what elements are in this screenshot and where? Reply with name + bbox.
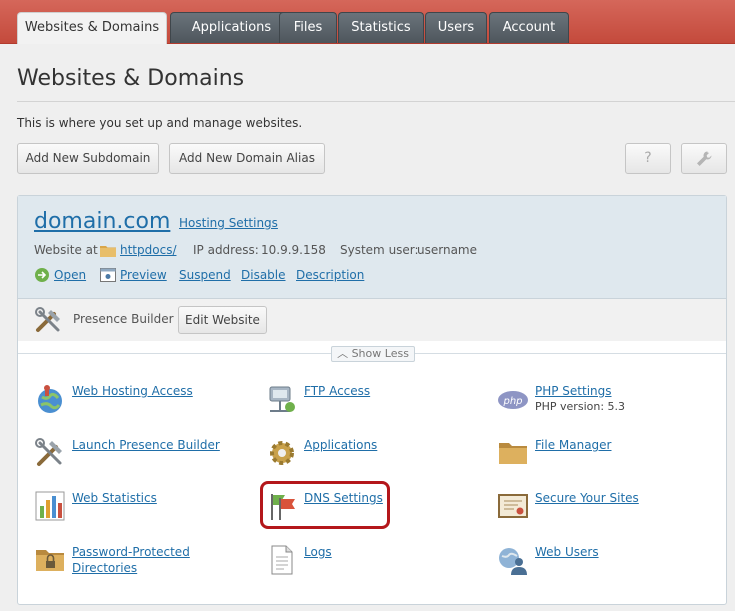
tab-files[interactable]: Files: [279, 12, 337, 43]
ip-address: 10.9.9.158: [261, 243, 326, 257]
tab-websites-domains[interactable]: Websites & Domains: [17, 12, 167, 44]
system-user-label: System user:: [340, 243, 419, 257]
disable-link[interactable]: Disable: [241, 268, 286, 282]
tool-label: PHP Settings: [535, 384, 612, 398]
preview-icon: [100, 268, 116, 282]
tab-users[interactable]: Users: [425, 12, 487, 43]
system-user-value: username: [417, 243, 477, 257]
tool-label: Applications: [304, 438, 378, 452]
page-description: This is where you set up and manage webs…: [17, 116, 303, 130]
tab-applications[interactable]: Applications: [170, 12, 293, 43]
tool-label-line1: Password-Protected: [72, 545, 190, 559]
php-icon: php: [498, 391, 528, 409]
gear-icon: [270, 441, 294, 465]
globe-person-icon: [38, 385, 62, 413]
tool-label: File Manager: [535, 438, 612, 452]
document-icon: [271, 545, 293, 575]
tool-label: Launch Presence Builder: [72, 438, 220, 452]
description-link[interactable]: Description: [296, 268, 364, 282]
tab-account[interactable]: Account: [489, 12, 569, 43]
preview-link[interactable]: Preview: [120, 268, 167, 282]
add-domain-alias-button[interactable]: Add New Domain Alias: [169, 143, 325, 174]
wrench-icon: [697, 151, 712, 166]
hosting-settings-link[interactable]: Hosting Settings: [179, 216, 278, 230]
tool-label: Web Users: [535, 545, 599, 559]
folder-icon: [499, 443, 527, 464]
title-divider: [17, 101, 735, 102]
certificate-icon: [498, 494, 528, 518]
ip-label: IP address:: [193, 243, 259, 257]
dns-settings-highlight: [260, 481, 390, 529]
tool-label: Logs: [304, 545, 332, 559]
presence-builder-label: Presence Builder: [73, 312, 174, 326]
help-button[interactable]: ?: [625, 143, 671, 174]
tools-icon: [35, 307, 60, 332]
domain-name-link[interactable]: domain.com: [34, 209, 170, 234]
php-version-text: PHP version: 5.3: [535, 400, 626, 413]
page-title: Websites & Domains: [17, 66, 245, 91]
show-less-toggle[interactable]: ︿ Show Less: [331, 346, 415, 362]
tool-label: Web Hosting Access: [72, 384, 193, 398]
bar-chart-icon: [35, 491, 65, 521]
chevron-up-icon: ︿: [337, 347, 349, 360]
presence-builder-bar: Presence Builder Edit Website: [18, 299, 726, 341]
open-link[interactable]: Open: [54, 268, 86, 282]
add-subdomain-button[interactable]: Add New Subdomain: [17, 143, 159, 174]
open-icon: [35, 268, 49, 282]
tool-label-line2: Directories: [72, 561, 138, 575]
tools-icon: [35, 438, 62, 466]
locked-folder-icon: [36, 550, 64, 571]
show-less-label: Show Less: [351, 347, 409, 360]
website-at-label: Website at: [34, 243, 98, 257]
domain-header: domain.com Hosting Settings Website at h…: [18, 196, 726, 299]
tab-statistics[interactable]: Statistics: [338, 12, 424, 43]
tool-label: Web Statistics: [72, 491, 157, 505]
web-user-icon: [499, 548, 527, 575]
folder-icon: [100, 246, 116, 257]
tool-label: FTP Access: [304, 384, 371, 398]
domain-panel: domain.com Hosting Settings Website at h…: [17, 195, 727, 605]
suspend-link[interactable]: Suspend: [179, 268, 231, 282]
tool-label: Secure Your Sites: [535, 491, 639, 505]
settings-button[interactable]: [681, 143, 727, 174]
ftp-server-icon: [269, 386, 295, 412]
edit-website-button[interactable]: Edit Website: [178, 306, 267, 334]
svg-text:php: php: [502, 396, 522, 407]
docroot-link[interactable]: httpdocs/: [120, 243, 176, 257]
